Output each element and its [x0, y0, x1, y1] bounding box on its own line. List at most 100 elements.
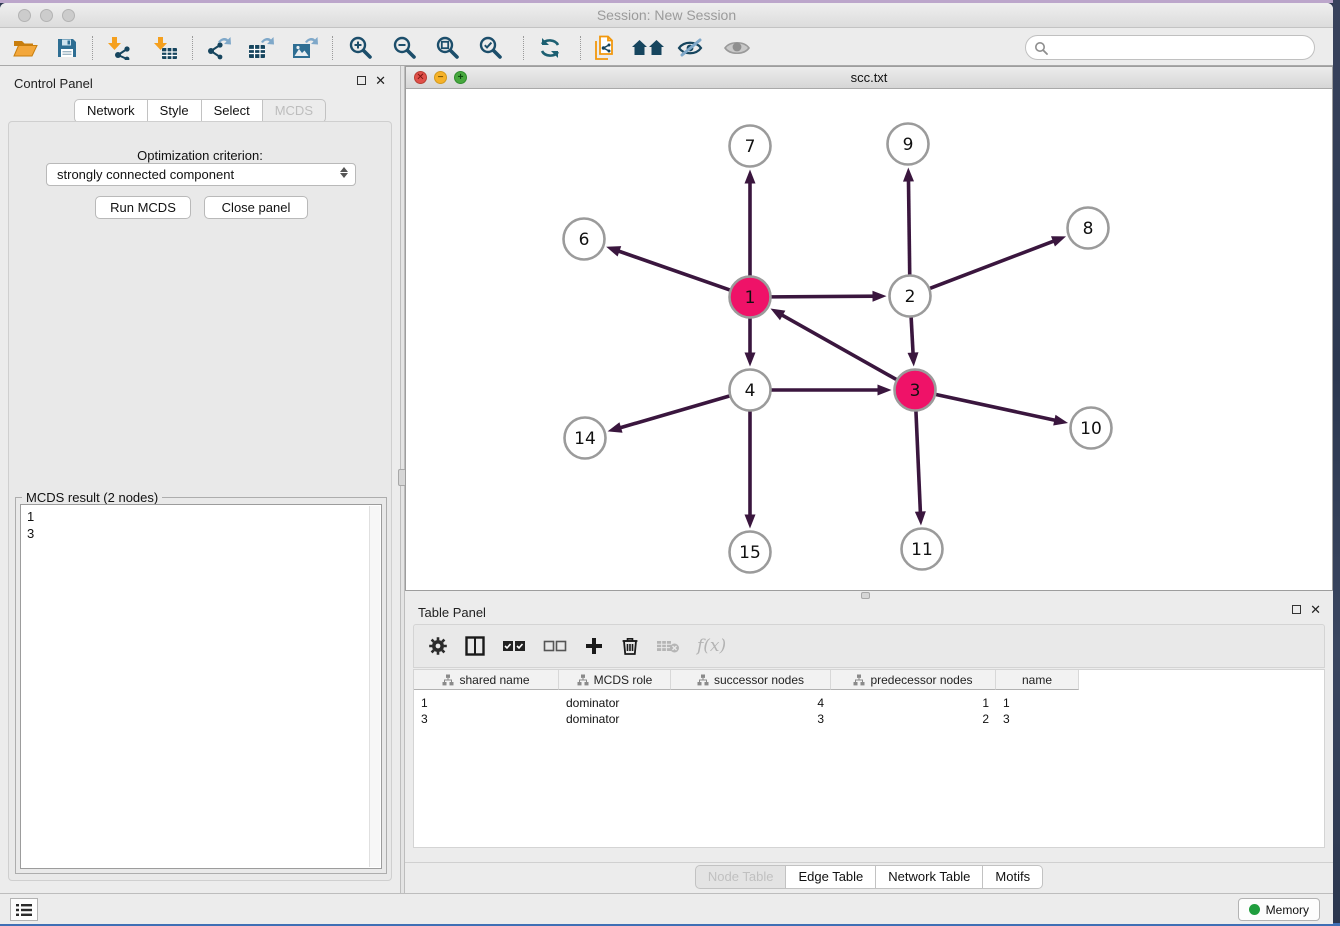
hierarchy-icon	[442, 674, 454, 686]
node-table[interactable]: shared name MCDS role successor nodes prede…	[413, 669, 1325, 848]
search-input[interactable]	[1025, 35, 1315, 60]
show-all-icon[interactable]	[720, 34, 754, 62]
table-cell[interactable]: 1	[831, 695, 996, 712]
result-line: 3	[27, 525, 381, 542]
zoom-fit-icon[interactable]	[431, 34, 465, 62]
memory-status-icon	[1249, 904, 1260, 915]
tab-edge-table[interactable]: Edge Table	[786, 865, 876, 889]
refresh-icon[interactable]	[533, 34, 567, 62]
column-view-icon[interactable]	[465, 632, 485, 660]
edge-arrowhead	[903, 167, 914, 181]
table-cell[interactable]: 2	[831, 711, 996, 728]
node-label-6: 6	[579, 230, 590, 250]
import-table-icon[interactable]	[148, 34, 182, 62]
edge-arrowhead	[908, 352, 919, 366]
export-table-icon[interactable]	[244, 34, 278, 62]
table-toolbar: f(x)	[413, 624, 1325, 668]
window-titlebar: Session: New Session	[0, 3, 1333, 28]
close-panel-button[interactable]: Close panel	[204, 196, 308, 219]
edge-1-2[interactable]	[771, 296, 875, 297]
table-cell[interactable]: 4	[671, 695, 831, 712]
result-scrollbar[interactable]	[369, 506, 380, 867]
function-builder-icon: f(x)	[697, 632, 726, 660]
select-all-columns-icon[interactable]	[502, 632, 526, 660]
import-network-icon[interactable]	[102, 34, 136, 62]
column-label: name	[1022, 673, 1052, 687]
tab-select[interactable]: Select	[202, 99, 263, 123]
tab-motifs[interactable]: Motifs	[983, 865, 1043, 889]
optimization-criterion-label: Optimization criterion:	[9, 148, 391, 163]
console-button[interactable]	[10, 898, 38, 921]
toolbar-separator	[523, 36, 524, 60]
column-header-predecessor-nodes[interactable]: predecessor nodes	[831, 670, 996, 690]
node-label-3: 3	[910, 381, 921, 401]
edge-2-3[interactable]	[911, 317, 913, 355]
gear-icon[interactable]	[428, 632, 448, 660]
close-panel-icon[interactable]: ✕	[375, 76, 386, 85]
float-panel-icon[interactable]	[1292, 605, 1301, 614]
network-canvas[interactable]: 7968124314101511	[406, 89, 1332, 590]
column-header-MCDS-role[interactable]: MCDS role	[559, 670, 671, 690]
add-icon[interactable]	[584, 632, 604, 660]
tab-node-table[interactable]: Node Table	[695, 865, 787, 889]
mcds-result-textarea[interactable]: 13	[20, 504, 382, 869]
first-neighbors-icon[interactable]	[631, 34, 665, 62]
new-network-from-selection-icon[interactable]	[588, 34, 622, 62]
list-icon	[15, 903, 33, 917]
splitter-grip[interactable]	[861, 592, 870, 599]
edge-2-9[interactable]	[908, 178, 909, 274]
edge-arrowhead	[770, 309, 785, 321]
table-cell[interactable]: 3	[671, 711, 831, 728]
horizontal-splitter[interactable]	[405, 591, 1333, 600]
table-cell[interactable]: dominator	[559, 711, 671, 728]
zoom-in-icon[interactable]	[344, 34, 378, 62]
table-cell[interactable]: 1	[414, 695, 559, 712]
open-session-icon[interactable]	[8, 34, 42, 62]
zoom-selected-icon[interactable]	[474, 34, 508, 62]
divider	[405, 862, 1333, 863]
export-network-icon[interactable]	[201, 34, 235, 62]
float-panel-icon[interactable]	[357, 76, 366, 85]
node-label-15: 15	[739, 543, 761, 563]
tab-mcds[interactable]: MCDS	[263, 99, 326, 123]
tab-style[interactable]: Style	[148, 99, 202, 123]
hierarchy-icon	[577, 674, 589, 686]
edge-4-14[interactable]	[618, 396, 729, 428]
edge-3-1[interactable]	[780, 314, 896, 380]
table-cell[interactable]: dominator	[559, 695, 671, 712]
edge-arrowhead	[745, 170, 756, 184]
hide-selected-icon[interactable]	[675, 34, 709, 62]
edge-2-8[interactable]	[930, 240, 1056, 288]
column-header-shared-name[interactable]: shared name	[414, 670, 559, 690]
tab-network-table[interactable]: Network Table	[876, 865, 983, 889]
column-label: shared name	[459, 673, 529, 687]
column-header-successor-nodes[interactable]: successor nodes	[671, 670, 831, 690]
edge-3-10[interactable]	[936, 395, 1057, 421]
export-image-icon[interactable]	[288, 34, 322, 62]
network-window-title: scc.txt	[406, 70, 1332, 85]
tab-network[interactable]: Network	[74, 99, 148, 123]
edge-arrowhead	[872, 291, 886, 302]
node-label-8: 8	[1083, 219, 1094, 239]
save-session-icon[interactable]	[50, 34, 84, 62]
edge-arrowhead	[745, 353, 756, 367]
window-title: Session: New Session	[0, 7, 1333, 23]
run-mcds-button[interactable]: Run MCDS	[95, 196, 191, 219]
table-cell[interactable]: 3	[996, 711, 1079, 728]
edge-1-6[interactable]	[617, 250, 730, 290]
table-cell[interactable]: 3	[414, 711, 559, 728]
optimization-criterion-select[interactable]: strongly connected component	[46, 163, 356, 186]
table-tabs: Node TableEdge TableNetwork TableMotifs	[405, 865, 1333, 889]
memory-button[interactable]: Memory	[1238, 898, 1320, 921]
close-panel-icon[interactable]: ✕	[1310, 605, 1321, 614]
table-cell[interactable]: 1	[996, 695, 1079, 712]
zoom-out-icon[interactable]	[388, 34, 422, 62]
delete-icon[interactable]	[621, 632, 639, 660]
column-header-name[interactable]: name	[996, 670, 1079, 690]
status-bar: Memory	[0, 893, 1333, 924]
edge-3-11[interactable]	[916, 411, 921, 514]
hierarchy-icon	[853, 674, 865, 686]
screen: Session: New Session	[0, 0, 1340, 926]
unselect-all-columns-icon[interactable]	[543, 632, 567, 660]
column-label: successor nodes	[714, 673, 804, 687]
